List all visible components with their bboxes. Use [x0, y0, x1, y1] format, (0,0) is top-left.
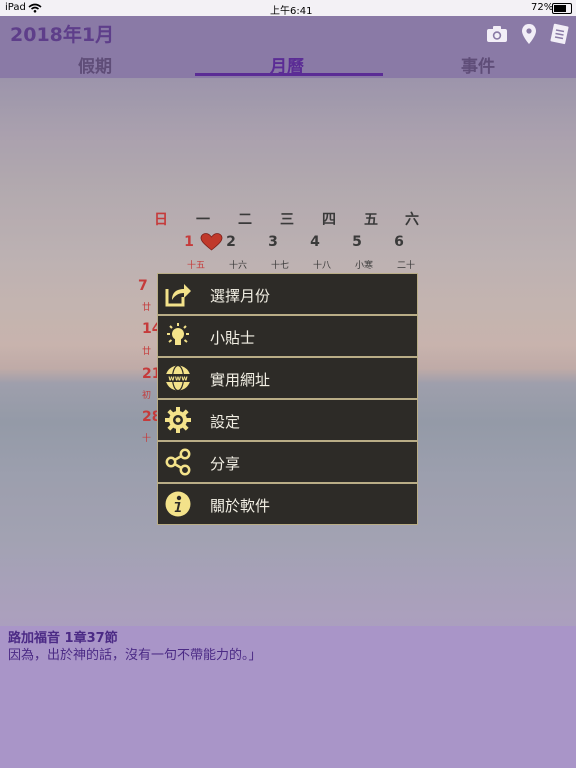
menu-item-label: 選擇月份 [210, 287, 271, 305]
menu-item-useful-links[interactable]: www 實用網址 [158, 358, 417, 398]
lunar-date: 十七 [270, 261, 289, 271]
menu-item-settings[interactable]: 設定 [158, 400, 417, 440]
lunar-date: 廿 [142, 303, 152, 313]
globe-www-icon: www [165, 364, 191, 392]
day-cell[interactable]: 7 [138, 278, 158, 294]
menu-item-select-month[interactable]: 選擇月份 [158, 274, 417, 314]
day-cell[interactable]: 2 [216, 234, 246, 250]
weekday-thu: 四 [322, 212, 336, 228]
menu-item-label: 設定 [210, 413, 241, 431]
menu-item-label: 實用網址 [210, 371, 271, 389]
weekday-fri: 五 [364, 212, 378, 228]
battery-percent: 72% [531, 2, 554, 13]
weekday-tue: 二 [238, 212, 252, 228]
tab-holidays[interactable]: 假期 [78, 52, 112, 77]
clock: 上午6:41 [270, 6, 313, 17]
day-cell[interactable]: 3 [258, 234, 288, 250]
lunar-date: 十五 [186, 261, 205, 271]
menu-item-tips[interactable]: 小貼士 [158, 316, 417, 356]
active-tab-indicator [195, 73, 383, 76]
menu-item-label: 小貼士 [210, 329, 256, 347]
menu-item-label: 關於軟件 [210, 497, 271, 515]
day-cell[interactable]: 4 [300, 234, 330, 250]
camera-icon[interactable] [485, 23, 509, 45]
battery-icon [552, 3, 572, 14]
notes-icon[interactable] [548, 23, 572, 45]
lunar-date: 二十 [396, 261, 415, 271]
day-cell[interactable]: 5 [342, 234, 372, 250]
menu-item-about[interactable]: 關於軟件 [158, 484, 417, 524]
device-label: iPad [5, 2, 26, 13]
weekday-mon: 一 [196, 212, 210, 228]
menu-item-label: 分享 [210, 455, 241, 473]
share-icon [165, 448, 191, 476]
daily-verse-panel: 路加福音 1章37節 因為，出於神的話，沒有一句不帶能力的。」 [0, 626, 576, 768]
lunar-date: 十八 [312, 261, 331, 271]
lunar-date: 廿 [142, 347, 152, 357]
lunar-date: 初 [142, 391, 152, 401]
wifi-icon [28, 3, 42, 13]
app-header: 2018年1月 假期 月曆 事件 [0, 16, 576, 78]
menu-item-share[interactable]: 分享 [158, 442, 417, 482]
status-bar: iPad 上午6:41 72% [0, 0, 576, 17]
lightbulb-icon [167, 323, 189, 345]
gear-icon [165, 407, 191, 433]
info-icon [165, 491, 191, 517]
weekday-sat: 六 [405, 212, 419, 228]
lunar-date: 十六 [228, 261, 247, 271]
weekday-sun: 日 [154, 212, 168, 228]
verse-text: 因為，出於神的話，沒有一句不帶能力的。」 [8, 648, 262, 663]
lunar-date: 十 [142, 434, 152, 444]
external-link-icon [165, 284, 191, 307]
month-title: 2018年1月 [10, 24, 115, 46]
location-pin-icon[interactable] [517, 23, 541, 45]
popup-menu: 選擇月份 小貼士 www 實用網址 設定 分享 關於軟件 [157, 273, 418, 525]
day-cell[interactable]: 6 [384, 234, 414, 250]
tab-events[interactable]: 事件 [461, 52, 495, 77]
weekday-wed: 三 [280, 212, 294, 228]
lunar-date: 小寒 [354, 261, 373, 271]
svg-text:www: www [168, 375, 188, 383]
